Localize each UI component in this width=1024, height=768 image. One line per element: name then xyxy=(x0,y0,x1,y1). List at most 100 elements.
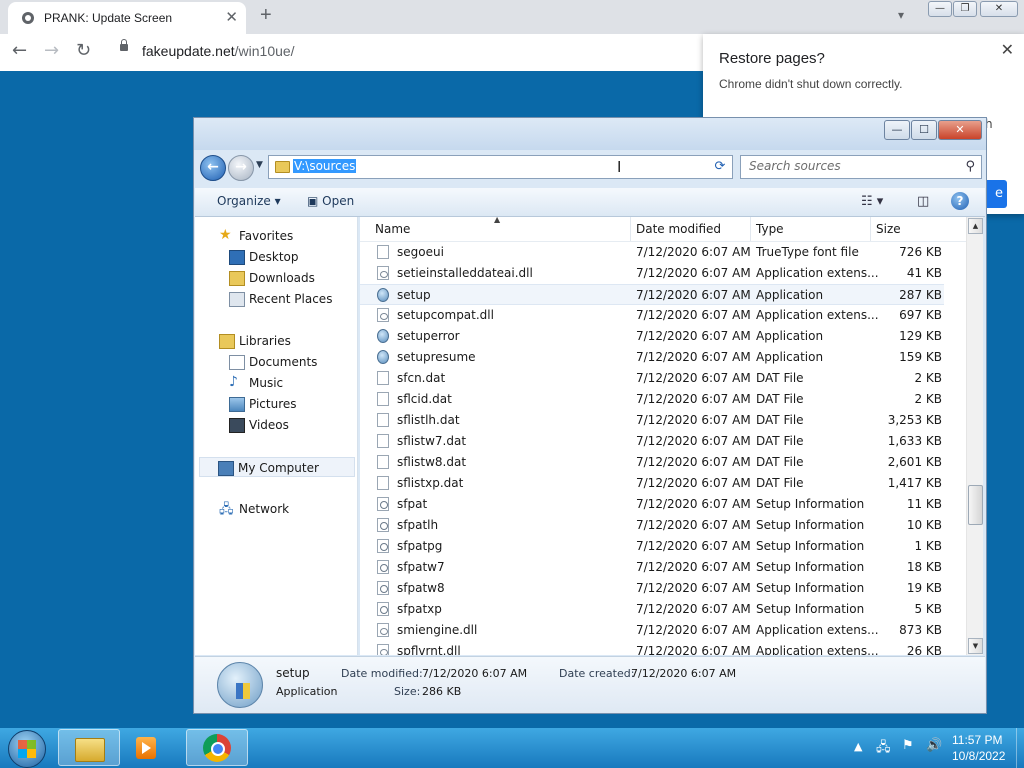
taskbar-chrome[interactable] xyxy=(186,729,248,766)
close-icon[interactable]: ✕ xyxy=(1001,40,1014,59)
sort-ascending-icon: ▲ xyxy=(494,217,501,224)
file-name: sfpatw7 xyxy=(397,560,445,574)
table-row[interactable]: segoeui 7/12/2020 6:07 AM TrueType font fi… xyxy=(360,242,944,263)
back-arrow-icon[interactable]: ← xyxy=(12,40,27,61)
window-titlebar[interactable]: — ☐ ✕ xyxy=(194,118,986,150)
nav-downloads[interactable]: Downloads xyxy=(195,268,355,288)
table-row[interactable]: sflcid.dat 7/12/2020 6:07 AM DAT File 2 KB xyxy=(360,389,944,410)
file-size: 1 KB xyxy=(914,539,942,553)
window-close-button[interactable]: ✕ xyxy=(938,120,982,140)
open-button[interactable]: ▣ Open xyxy=(307,194,354,208)
address-text[interactable]: V:\sources xyxy=(293,159,357,173)
start-button-icon[interactable] xyxy=(8,730,46,768)
browser-tab[interactable]: PRANK: Update Screen ✕ xyxy=(8,2,246,34)
nav-network[interactable]: 🖧 Network xyxy=(195,499,355,519)
open-label: Open xyxy=(322,194,355,208)
table-row[interactable]: sfpatpg 7/12/2020 6:07 AM Setup Informatio… xyxy=(360,536,944,557)
history-dropdown-icon[interactable]: ▼ xyxy=(256,160,263,170)
explorer-address-field[interactable]: V:\sources I ▼ xyxy=(268,155,732,179)
nav-label: Music xyxy=(249,376,284,390)
file-name: setup xyxy=(397,288,431,302)
table-row[interactable]: spflvrnt.dll 7/12/2020 6:07 AM Application… xyxy=(360,641,944,655)
close-button[interactable]: ✕ xyxy=(980,1,1018,17)
preview-pane-icon[interactable]: ◫ xyxy=(917,194,929,209)
table-row[interactable]: sfcn.dat 7/12/2020 6:07 AM DAT File 2 KB xyxy=(360,368,944,389)
window-maximize-button[interactable]: ☐ xyxy=(911,120,937,140)
globe-icon xyxy=(22,12,34,24)
search-input[interactable]: Search sources ⚲ xyxy=(740,155,982,179)
table-row[interactable]: setieinstalleddateai.dll 7/12/2020 6:07 A… xyxy=(360,263,944,284)
organize-button[interactable]: Organize ▾ xyxy=(217,194,281,208)
detail-size-value: 286 KB xyxy=(422,685,462,698)
table-row[interactable]: smiengine.dll 7/12/2020 6:07 AM Applicatio… xyxy=(360,620,944,641)
nav-pictures[interactable]: Pictures xyxy=(195,394,355,414)
forward-arrow-icon[interactable]: → xyxy=(44,40,59,61)
show-hidden-icons-icon[interactable]: ▲ xyxy=(854,740,862,753)
refresh-button[interactable]: ⟳ xyxy=(708,155,733,179)
tab-close-icon[interactable]: ✕ xyxy=(225,8,238,26)
forward-button[interactable]: → xyxy=(228,155,254,181)
tab-search-chevron-icon[interactable]: ▾ xyxy=(898,8,904,22)
table-row[interactable]: sfpatw8 7/12/2020 6:07 AM Setup Informatio… xyxy=(360,578,944,599)
nav-favorites[interactable]: ★ Favorites xyxy=(195,226,355,246)
scroll-down-icon[interactable]: ▼ xyxy=(968,638,983,654)
table-row[interactable]: sfpatxp 7/12/2020 6:07 AM Setup Informatio… xyxy=(360,599,944,620)
nav-desktop[interactable]: Desktop xyxy=(195,247,355,267)
action-center-icon[interactable]: ⚑ xyxy=(902,738,914,753)
nav-my-computer[interactable]: My Computer xyxy=(199,457,355,477)
column-size[interactable]: Size xyxy=(876,222,901,236)
column-type[interactable]: Type xyxy=(756,222,784,236)
volume-icon[interactable]: 🔊 xyxy=(926,738,942,753)
table-row[interactable]: setupcompat.dll 7/12/2020 6:07 AM Applicat… xyxy=(360,305,944,326)
table-row[interactable]: setuperror 7/12/2020 6:07 AM Application 12… xyxy=(360,326,944,347)
nav-documents[interactable]: Documents xyxy=(195,352,355,372)
scroll-up-icon[interactable]: ▲ xyxy=(968,218,983,234)
address-bar[interactable]: fakeupdate.net/win10ue/ xyxy=(112,39,712,65)
column-divider[interactable] xyxy=(870,217,871,241)
file-type: Application xyxy=(756,350,824,364)
taskbar-explorer[interactable] xyxy=(58,729,120,766)
column-name[interactable]: Name xyxy=(375,222,410,236)
nav-libraries[interactable]: Libraries xyxy=(195,331,355,351)
nav-music[interactable]: ♪ Music xyxy=(195,373,355,393)
detail-type: Application xyxy=(276,685,338,698)
file-name: setieinstalleddateai.dll xyxy=(397,266,533,280)
table-row[interactable]: sflistw8.dat 7/12/2020 6:07 AM DAT File 2,6… xyxy=(360,452,944,473)
column-date-modified[interactable]: Date modified xyxy=(636,222,721,236)
minimize-button[interactable]: — xyxy=(928,1,952,17)
url-host: fakeupdate.net xyxy=(142,43,235,59)
new-tab-button[interactable]: + xyxy=(260,4,272,27)
back-button[interactable]: ← xyxy=(200,155,226,181)
change-view-icon[interactable]: ☷ ▾ xyxy=(861,194,883,209)
file-name: spflvrnt.dll xyxy=(397,644,461,655)
reload-icon[interactable]: ↻ xyxy=(76,40,91,61)
file-type: DAT File xyxy=(756,476,804,490)
table-row[interactable]: sflistw7.dat 7/12/2020 6:07 AM DAT File 1,6… xyxy=(360,431,944,452)
table-row[interactable]: setup 7/12/2020 6:07 AM Application 287 KB xyxy=(360,284,944,305)
table-row[interactable]: setupresume 7/12/2020 6:07 AM Application 1… xyxy=(360,347,944,368)
network-tray-icon[interactable]: 🖧 xyxy=(876,738,891,760)
nav-recent-places[interactable]: Recent Places xyxy=(195,289,355,309)
column-divider[interactable] xyxy=(630,217,631,241)
restore-button[interactable]: ❐ xyxy=(953,1,977,17)
show-desktop-button[interactable] xyxy=(1016,728,1024,768)
table-row[interactable]: sflistlh.dat 7/12/2020 6:07 AM DAT File 3,2… xyxy=(360,410,944,431)
table-row[interactable]: sfpatlh 7/12/2020 6:07 AM Setup Informatio… xyxy=(360,515,944,536)
table-row[interactable]: sfpat 7/12/2020 6:07 AM Setup Information 1… xyxy=(360,494,944,515)
table-row[interactable]: sfpatw7 7/12/2020 6:07 AM Setup Informatio… xyxy=(360,557,944,578)
column-divider[interactable] xyxy=(750,217,751,241)
window-minimize-button[interactable]: — xyxy=(884,120,910,140)
file-date-modified: 7/12/2020 6:07 AM xyxy=(636,644,751,655)
clock-date[interactable]: 10/8/2022 xyxy=(952,749,1005,763)
file-date-modified: 7/12/2020 6:07 AM xyxy=(636,266,751,280)
nav-videos[interactable]: Videos xyxy=(195,415,355,435)
file-size: 5 KB xyxy=(914,602,942,616)
chrome-icon xyxy=(203,734,231,762)
clock-time[interactable]: 11:57 PM xyxy=(952,733,1002,747)
scroll-thumb[interactable] xyxy=(968,485,983,525)
table-row[interactable]: sflistxp.dat 7/12/2020 6:07 AM DAT File 1,4… xyxy=(360,473,944,494)
file-size: 726 KB xyxy=(899,245,942,259)
vertical-scrollbar[interactable]: ▲ ▼ xyxy=(966,217,983,655)
taskbar-media-player[interactable] xyxy=(126,729,182,766)
help-icon[interactable]: ? xyxy=(951,192,969,210)
